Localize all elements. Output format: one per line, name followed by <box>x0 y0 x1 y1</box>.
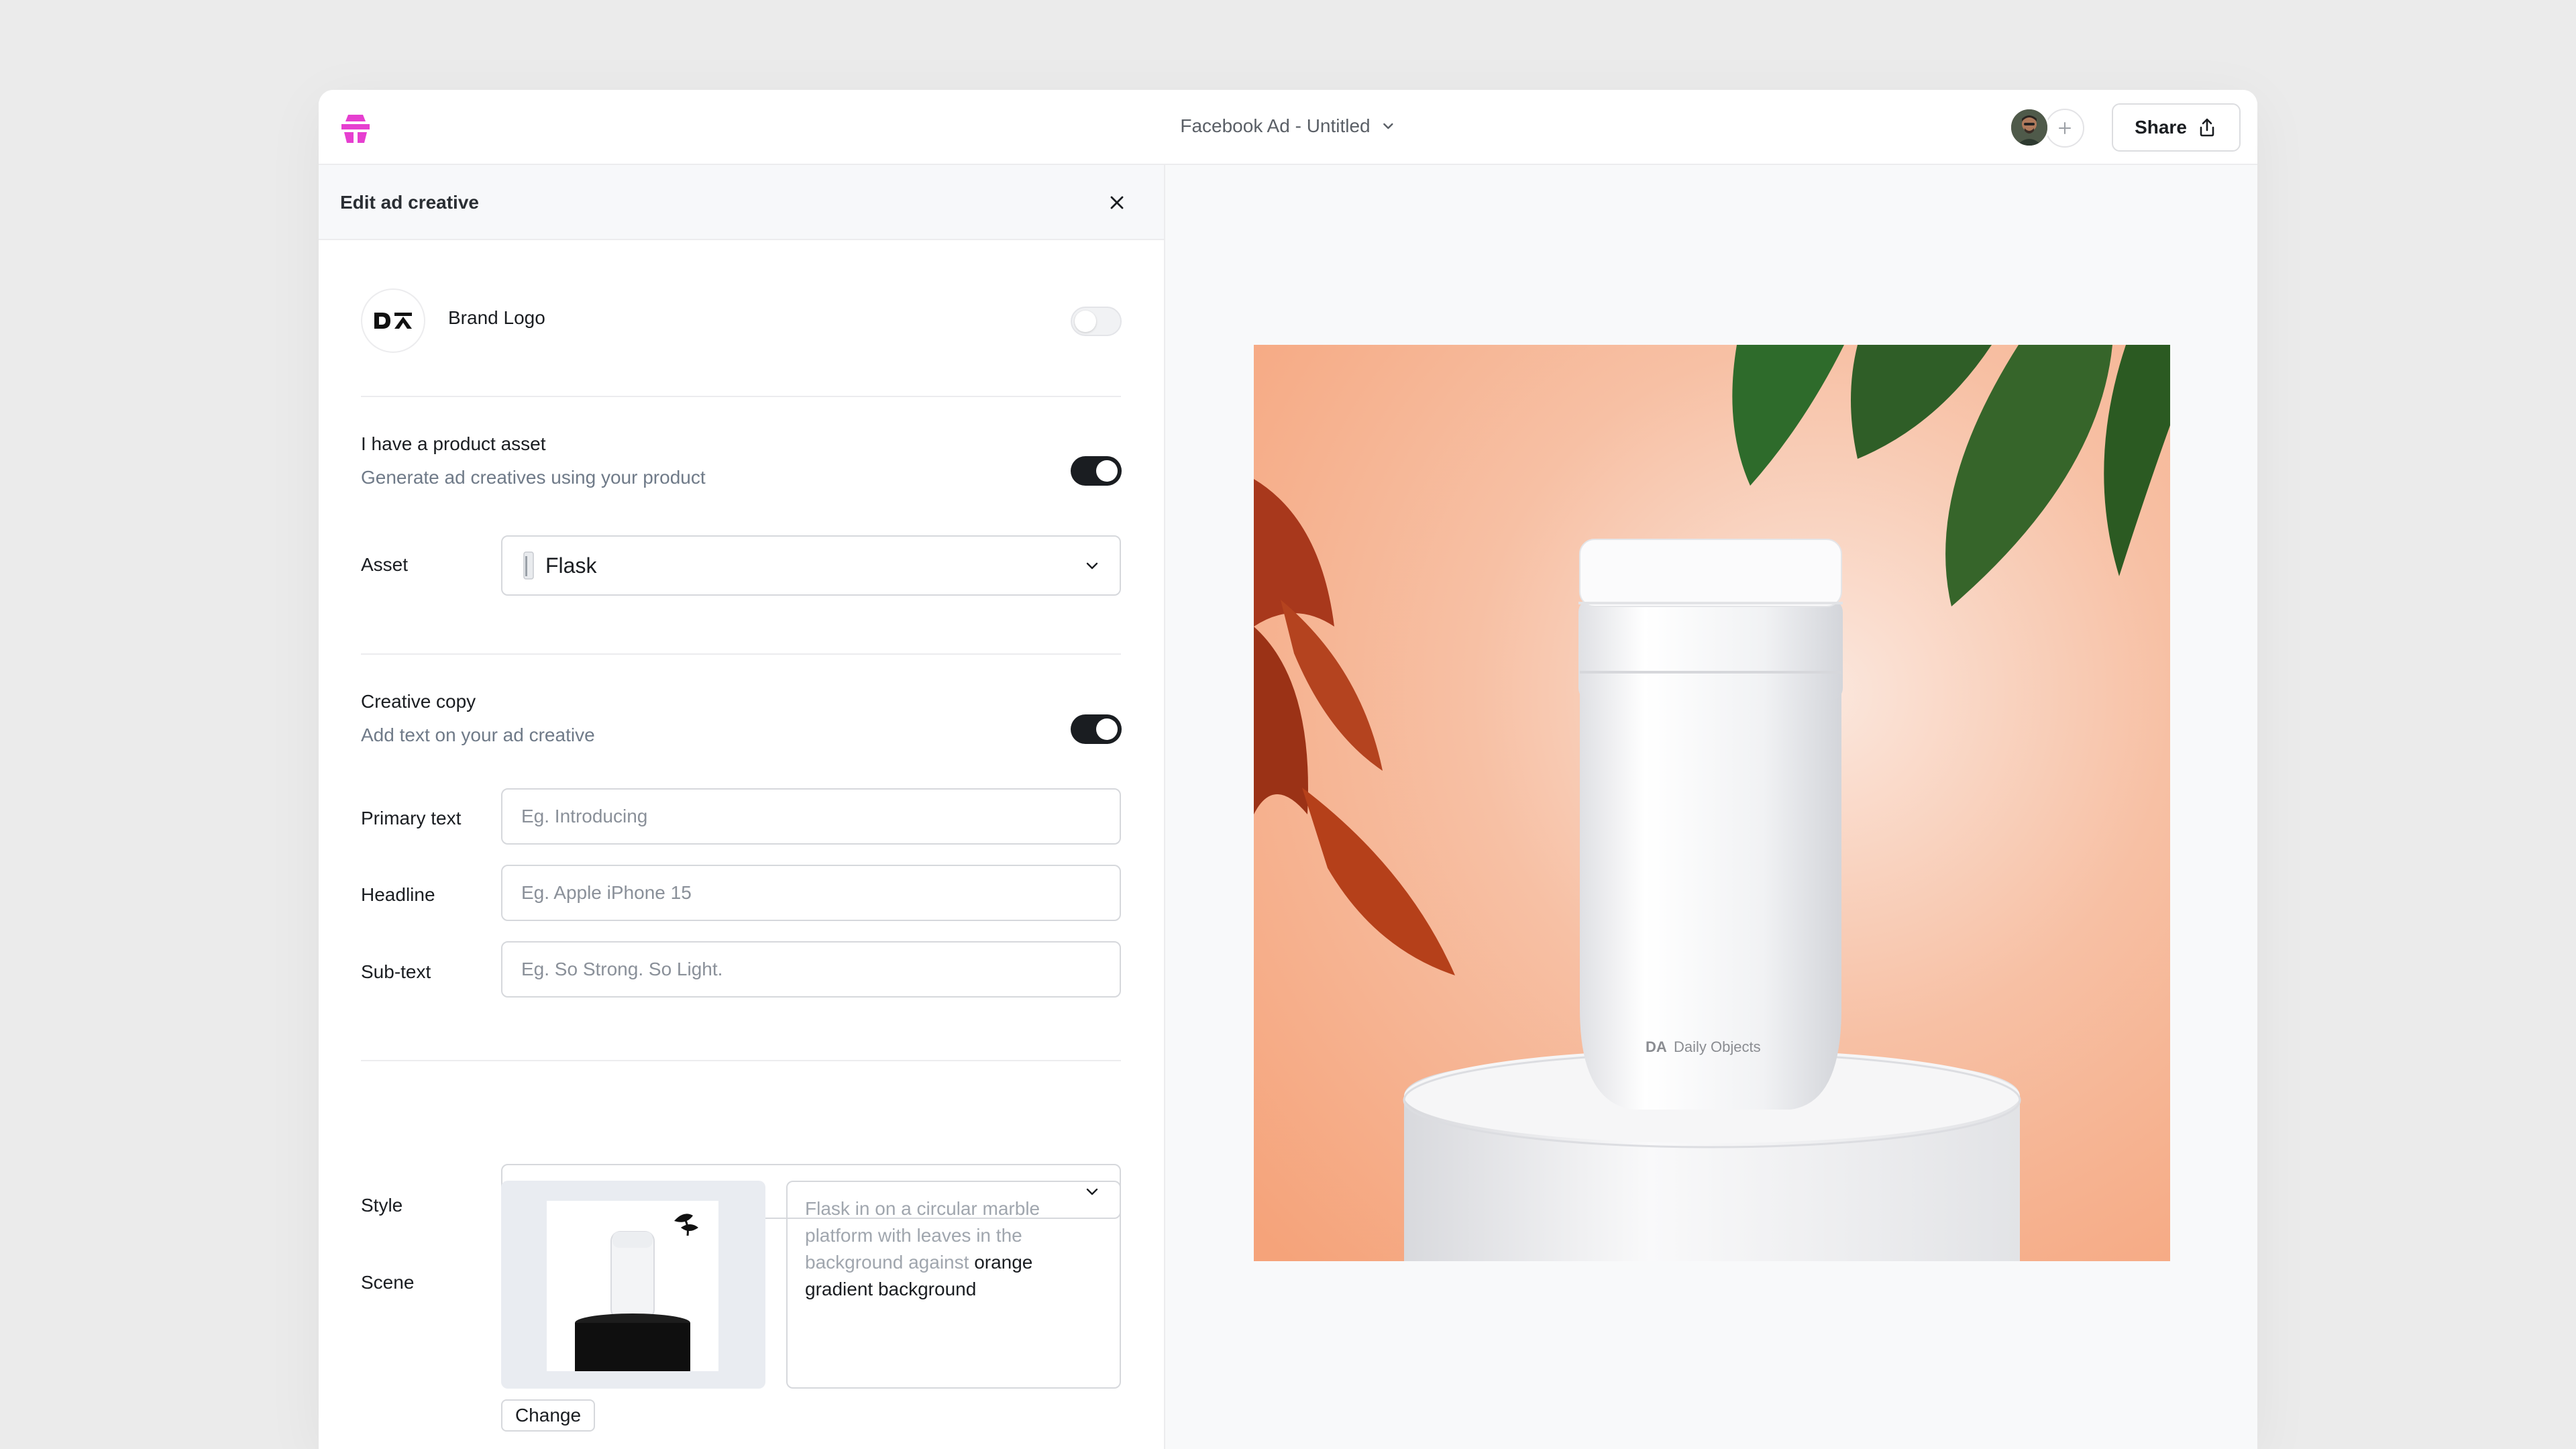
add-collaborator-button[interactable] <box>2045 109 2084 148</box>
ad-creative-preview[interactable]: DA Daily Objects <box>1254 345 2170 1261</box>
change-scene-button[interactable]: Change <box>501 1399 595 1432</box>
top-bar: Facebook Ad - Untitled Share <box>319 90 2257 165</box>
scene-thumbnail[interactable] <box>501 1181 765 1389</box>
brand-logo-label: Brand Logo <box>448 307 545 328</box>
scene-label: Scene <box>361 1272 415 1293</box>
headline-input[interactable] <box>501 865 1121 921</box>
creative-copy-toggle[interactable] <box>1071 714 1122 744</box>
divider <box>361 1060 1121 1061</box>
collaborators <box>2009 107 2092 149</box>
flask-thumbnail-icon <box>523 551 534 580</box>
asset-label: Asset <box>361 554 409 575</box>
product-asset-subtitle: Generate ad creatives using your product <box>361 467 706 488</box>
preview-area: DA Daily Objects <box>1165 165 2257 1449</box>
subtext-input[interactable] <box>501 941 1121 998</box>
brand-logo-toggle[interactable] <box>1071 307 1122 336</box>
brand-logo-icon <box>374 313 412 329</box>
app-logo-icon[interactable] <box>339 112 372 144</box>
scene-description[interactable]: Flask in on a circular marble platform w… <box>786 1181 1121 1389</box>
creative-copy-subtitle: Add text on your ad creative <box>361 724 595 745</box>
asset-select-value: Flask <box>545 553 597 578</box>
product-brand-text: Daily Objects <box>1674 1038 1761 1055</box>
subtext-label: Sub-text <box>361 961 431 982</box>
product-asset-title: I have a product asset <box>361 433 546 454</box>
primary-text-input[interactable] <box>501 788 1121 845</box>
share-button[interactable]: Share <box>2112 103 2241 152</box>
close-icon[interactable] <box>1105 191 1129 215</box>
product-brand-mark: DA <box>1646 1038 1667 1055</box>
chevron-down-icon <box>1383 123 1393 129</box>
chevron-down-icon <box>1086 562 1098 570</box>
asset-select[interactable]: Flask <box>501 535 1121 596</box>
share-icon <box>2200 118 2214 137</box>
style-label: Style <box>361 1195 403 1216</box>
share-label: Share <box>2135 117 2187 138</box>
document-title: Facebook Ad - Untitled <box>1180 115 1371 136</box>
plus-icon <box>2059 122 2071 134</box>
creative-copy-title: Creative copy <box>361 691 476 712</box>
product-asset-toggle[interactable] <box>1071 456 1122 486</box>
avatar[interactable] <box>2009 107 2049 148</box>
app-window: Facebook Ad - Untitled Share Edit ad cre… <box>319 90 2257 1449</box>
scene-thumbnail-image <box>547 1201 718 1371</box>
panel-title: Edit ad creative <box>340 192 479 213</box>
brand-logo-avatar <box>361 288 425 353</box>
document-title-dropdown[interactable]: Facebook Ad - Untitled <box>1180 115 1395 137</box>
primary-text-label: Primary text <box>361 808 462 828</box>
divider <box>361 653 1121 655</box>
edit-panel: Edit ad creative Brand Logo I have a pro… <box>319 165 1165 1449</box>
headline-label: Headline <box>361 884 435 905</box>
panel-header: Edit ad creative <box>319 165 1164 240</box>
divider <box>361 396 1121 397</box>
